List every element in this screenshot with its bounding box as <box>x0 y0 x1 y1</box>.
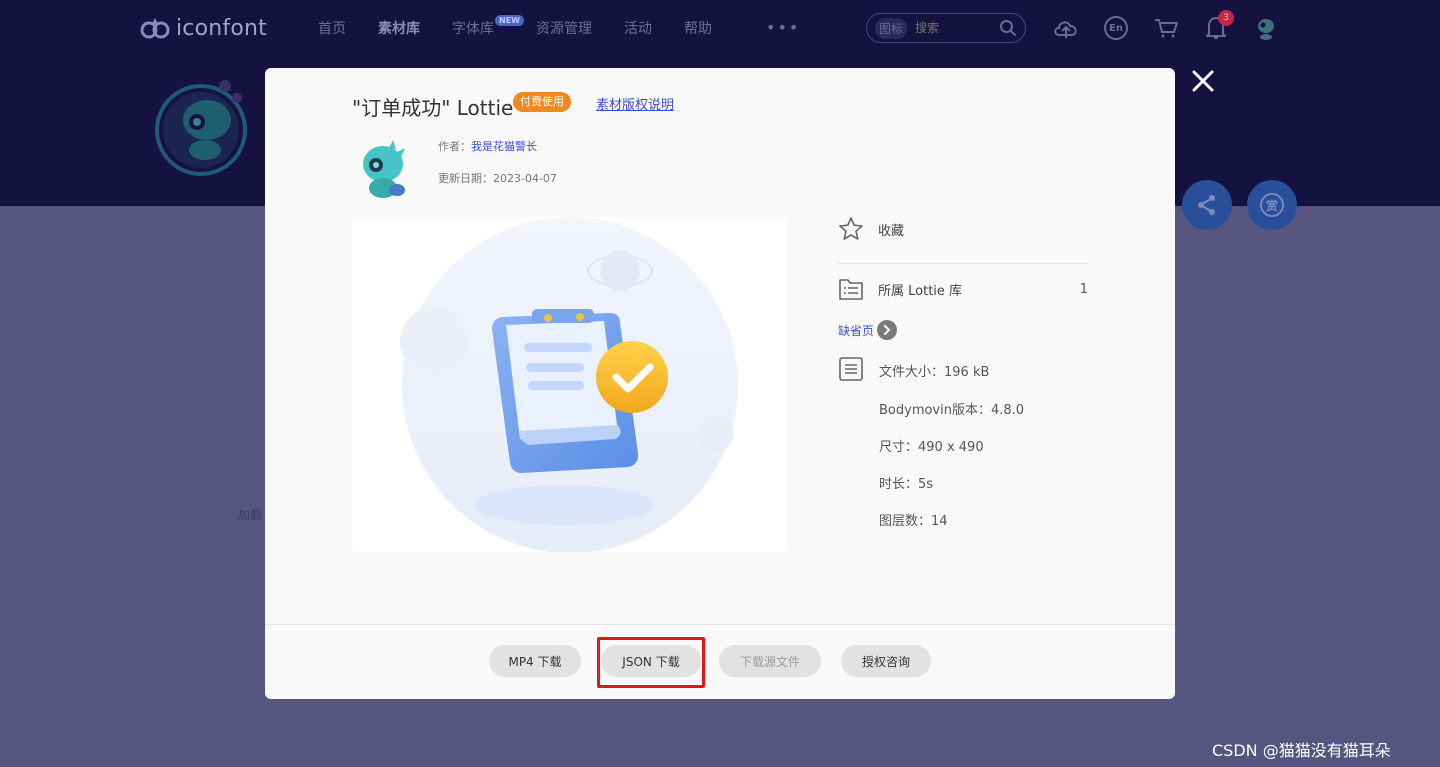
search-input[interactable] <box>915 21 999 35</box>
favorite-row[interactable]: 收藏 <box>838 214 1088 244</box>
footer-divider <box>265 624 1175 625</box>
chevron-right-icon <box>877 320 898 340</box>
library-label: 所属 Lottie 库 <box>878 283 963 299</box>
favorite-label: 收藏 <box>878 223 905 239</box>
author-label: 作者： <box>438 140 471 153</box>
nav-item-fonts[interactable]: 字体库 NEW <box>452 15 524 38</box>
notification-count-badge: 3 <box>1218 10 1234 26</box>
nav-item-home[interactable]: 首页 <box>318 18 346 38</box>
nav-item-activities[interactable]: 活动 <box>624 18 652 38</box>
file-size-text: 文件大小：196 kB <box>879 365 990 380</box>
designer-avatar-icon <box>155 80 247 176</box>
close-icon[interactable] <box>1188 66 1218 96</box>
download-source-button[interactable]: 下载源文件 <box>719 645 821 677</box>
lottie-detail-modal: "订单成功" Lottie 付费使用 素材版权说明 作者：我是花猫警长 更新日期… <box>265 68 1175 699</box>
document-info-icon <box>839 357 863 381</box>
date-label: 更新日期： <box>438 172 493 185</box>
bodymovin-version-text: Bodymovin版本：4.8.0 <box>879 403 1025 418</box>
mp4-download-button[interactable]: MP4 下载 <box>489 645 581 677</box>
highlight-annotation-box <box>597 637 705 688</box>
star-icon <box>839 217 863 240</box>
top-icon-bar: En 3 <box>1052 10 1280 42</box>
duration-text: 时长：5s <box>879 477 934 492</box>
more-menu-icon[interactable]: ••• <box>766 18 800 38</box>
cart-icon[interactable] <box>1152 14 1180 42</box>
author-avatar[interactable] <box>353 138 411 200</box>
share-icon <box>1198 195 1215 215</box>
search-type-select[interactable]: 图标 <box>875 17 908 39</box>
logo-icon <box>140 18 170 39</box>
default-page-label: 缺省页 <box>838 323 875 338</box>
reward-button[interactable]: 赏 <box>1247 180 1297 230</box>
dimensions-text: 尺寸：490 x 490 <box>879 440 984 455</box>
language-en-icon: En <box>1104 16 1128 40</box>
paid-badge: 付费使用 <box>513 92 571 112</box>
background-loading-text: 加载 <box>238 508 263 522</box>
search-box: 图标 <box>866 13 1026 43</box>
notification-bell-icon[interactable]: 3 <box>1202 10 1234 42</box>
copyright-link[interactable]: 素材版权说明 <box>596 94 674 113</box>
language-toggle[interactable]: En <box>1102 14 1130 42</box>
library-row[interactable]: 所属 Lottie 库 1 <box>838 274 1088 304</box>
layer-count-text: 图层数：14 <box>879 514 948 529</box>
author-row: 作者：我是花猫警长 <box>438 138 537 154</box>
iconfont-logo[interactable]: iconfont <box>140 12 267 44</box>
modal-title: "订单成功" Lottie <box>352 96 514 120</box>
top-navigation-bar: iconfont 首页 素材库 字体库 NEW 资源管理 活动 帮助 ••• 图… <box>0 0 1440 56</box>
upload-cloud-icon[interactable] <box>1052 14 1080 42</box>
license-consult-button[interactable]: 授权咨询 <box>841 645 931 677</box>
nav-item-help[interactable]: 帮助 <box>684 18 712 38</box>
user-avatar-icon[interactable] <box>1252 14 1280 42</box>
nav-item-fonts-label: 字体库 <box>452 21 494 37</box>
author-name-link[interactable]: 我是花猫警长 <box>471 140 537 153</box>
main-nav: 首页 素材库 字体库 NEW 资源管理 活动 帮助 ••• <box>318 15 800 38</box>
folder-list-icon <box>839 279 863 300</box>
info-divider <box>838 263 1088 264</box>
update-date-row: 更新日期：2023-04-07 <box>438 170 557 186</box>
search-icon[interactable] <box>999 19 1017 37</box>
new-badge: NEW <box>495 15 524 26</box>
lottie-preview[interactable] <box>352 217 786 552</box>
csdn-watermark: CSDN @猫猫没有猫耳朵 <box>1212 741 1391 760</box>
date-value: 2023-04-07 <box>493 172 557 185</box>
logo-text: iconfont <box>176 15 267 41</box>
share-button[interactable] <box>1182 180 1232 230</box>
library-count: 1 <box>1079 281 1088 297</box>
nav-item-resources[interactable]: 资源管理 <box>536 18 592 38</box>
default-page-link[interactable]: 缺省页 <box>838 320 898 340</box>
nav-item-materials[interactable]: 素材库 <box>378 18 420 38</box>
order-success-illustration <box>400 217 738 552</box>
reward-icon: 赏 <box>1260 193 1284 217</box>
